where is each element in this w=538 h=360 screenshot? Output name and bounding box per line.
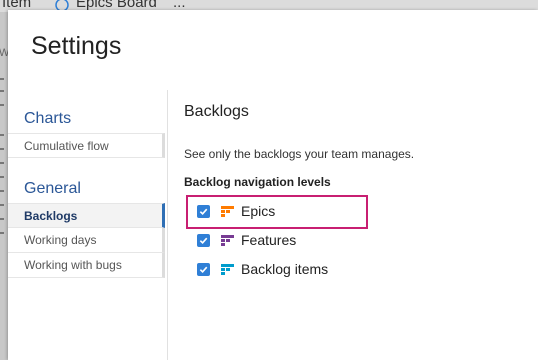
epics-highlight-box [186, 195, 368, 229]
nav-item-working-days[interactable]: Working days [8, 228, 165, 253]
dialog-title: Settings [31, 32, 122, 60]
content-description: See only the backlogs your team manages. [184, 147, 415, 161]
check-icon [199, 237, 208, 244]
nav-group-general-title: General [24, 180, 81, 197]
level-row-features: Features [197, 230, 296, 250]
background-letter: W [0, 47, 8, 59]
check-icon [199, 266, 208, 273]
settings-dialog: Settings Charts Cumulative flow General … [8, 10, 538, 360]
level-label-backlog-items: Backlog items [241, 261, 329, 277]
settings-nav: Charts Cumulative flow General Backlogs … [8, 90, 168, 360]
level-row-backlog-items: Backlog items [197, 259, 328, 279]
nav-item-backlogs[interactable]: Backlogs [8, 203, 165, 228]
feature-icon [221, 234, 234, 246]
nav-item-cumulative-flow[interactable]: Cumulative flow [8, 133, 165, 158]
level-label-features: Features [241, 232, 297, 248]
nav-group-charts-title: Charts [24, 110, 72, 127]
content-title: Backlogs [184, 103, 249, 120]
features-checkbox[interactable] [197, 233, 210, 247]
backlog-levels-heading: Backlog navigation levels [184, 175, 331, 189]
nav-item-working-with-bugs[interactable]: Working with bugs [8, 253, 165, 278]
backlog-item-icon [221, 263, 234, 275]
background-sidebar: W [0, 12, 8, 360]
backlog-items-checkbox[interactable] [197, 262, 210, 276]
